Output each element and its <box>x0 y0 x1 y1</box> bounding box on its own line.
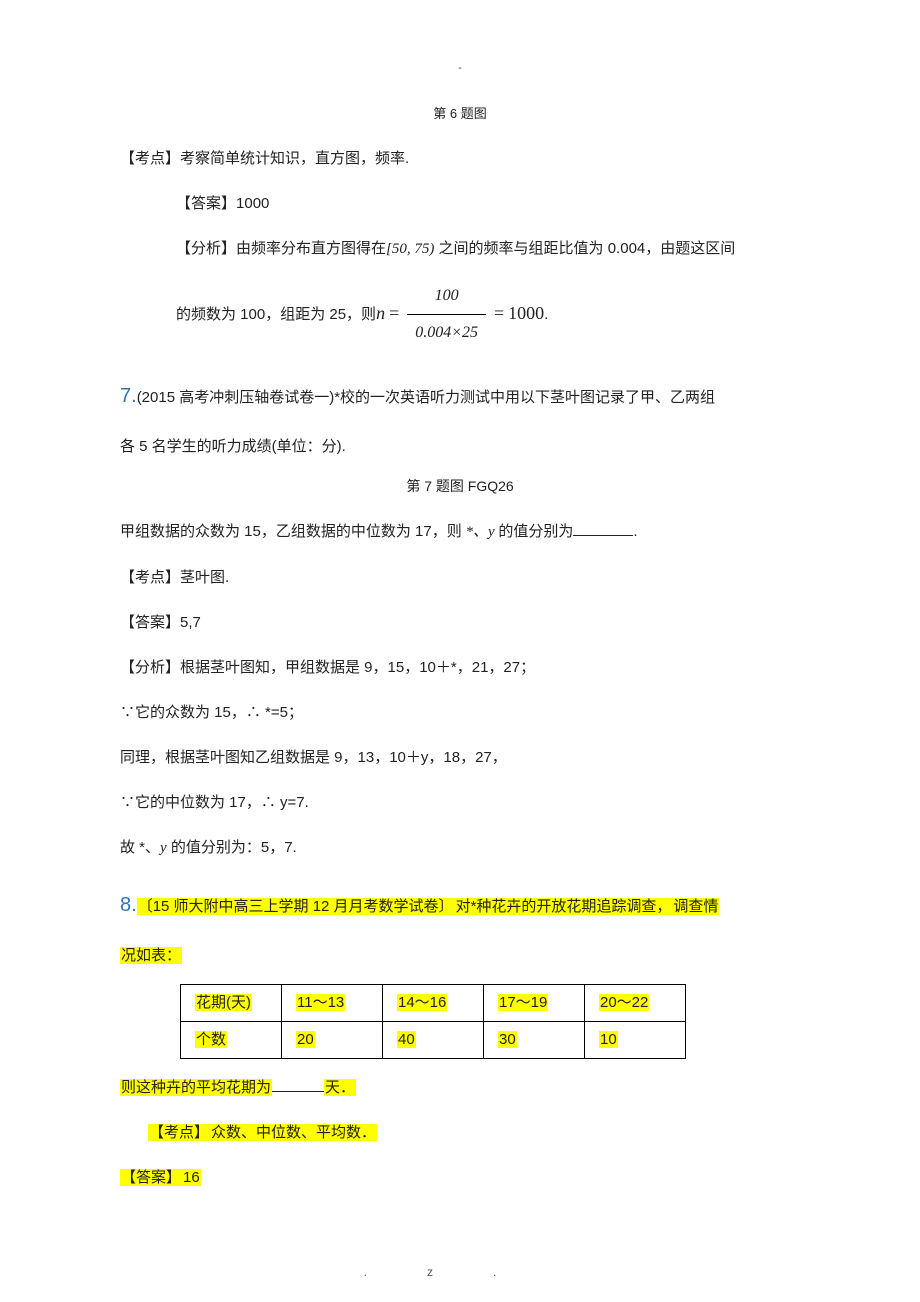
answer-label: 【答案】 <box>176 195 236 212</box>
q7-stem-line2: 各 5 名学生的听力成绩(单位：分). <box>120 430 800 463</box>
page-header-marker: - <box>120 60 800 78</box>
q7-analysis-l4: ∵它的中位数为 17，∴ y=7. <box>120 786 800 819</box>
formula-result: 1000 <box>508 294 544 334</box>
q7-stem-line3: 甲组数据的众数为 15，乙组数据的中位数为 17，则 *、y 的值分别为. <box>120 515 800 549</box>
q6-kaodian: 【考点】考察简单统计知识，直方图，频率. <box>120 142 800 175</box>
answer-label: 【答案】 <box>120 614 180 631</box>
fill-blank <box>272 1091 324 1092</box>
question-number: 7. <box>120 385 137 407</box>
q8-stem-line2: 况如表： <box>120 939 800 972</box>
fill-blank <box>573 535 633 536</box>
footer-left: . <box>364 1265 427 1279</box>
table-cell: 20 <box>296 1031 315 1048</box>
q7-l5-c: 的值分别为：5，7. <box>167 839 297 856</box>
answer-label: 【答案】 <box>120 1169 182 1186</box>
table-cell: 10 <box>599 1031 618 1048</box>
question-source: (2015 高考冲刺压轴卷试卷一) <box>137 389 335 406</box>
q7-l3-text: 同理，根据茎叶图知乙组数据是 9，13，10＋y，18，27， <box>120 749 507 766</box>
q7-analysis-l5: 故 *、y 的值分别为：5，7. <box>120 831 800 865</box>
kaodian-label: 【考点】 <box>120 150 180 167</box>
concl-a: 则这种卉的平均花期为 <box>120 1079 272 1096</box>
q7-analysis-l2: ∵它的众数为 15，∴ *=5； <box>120 696 800 729</box>
q7-l4-text: ∵它的中位数为 17，∴ y=7. <box>120 794 309 811</box>
q6-figure-caption: 第 6 题图 <box>120 104 800 125</box>
fraction: 100 0.004×25 <box>407 278 486 349</box>
answer-value: 1000 <box>236 195 269 212</box>
q7-l5-var: y <box>160 840 167 856</box>
q7-vars: *、y <box>462 524 499 540</box>
kaodian-content: 茎叶图. <box>180 569 229 586</box>
table-cell: 20～22 <box>599 994 649 1011</box>
analysis-text-a: 由频率分布直方图得在 <box>236 240 386 257</box>
q7-l5-a: 故 *、 <box>120 839 160 856</box>
q7-text-c2: 的值分别为 <box>498 523 573 540</box>
table-cell: 17～19 <box>498 994 548 1011</box>
table-row: 花期(天) 11～13 14～16 17～19 20～22 <box>181 985 686 1022</box>
analysis-text: 根据茎叶图知，甲组数据是 9，15，10＋*，21，27； <box>180 659 535 676</box>
document-page: - 第 6 题图 【考点】考察简单统计知识，直方图，频率. 【答案】1000 【… <box>0 0 920 1302</box>
answer-value: 5,7 <box>180 614 201 631</box>
table-cell: 个数 <box>195 1031 227 1048</box>
kaodian-label: 【考点】 <box>148 1124 210 1141</box>
footer-right: z. <box>427 1265 556 1279</box>
analysis-text-b: 之间的频率与组距比值为 0.004，由题这区间 <box>439 240 736 257</box>
q7-answer: 【答案】5,7 <box>120 606 800 639</box>
formula-var: n <box>376 294 385 334</box>
table-cell: 40 <box>397 1031 416 1048</box>
question-text-b: 调查情 <box>672 898 719 915</box>
page-footer: .z. <box>0 1263 920 1282</box>
q8-kaodian: 【考点】众数、中位数、平均数． <box>148 1116 800 1149</box>
q7-analysis-l1: 【分析】根据茎叶图知，甲组数据是 9，15，10＋*，21，27； <box>120 651 800 684</box>
q8-stem-line1: 8.〔15 师大附中高三上学期 12 月月考数学试卷〕对*种花卉的开放花期追踪调… <box>120 883 800 927</box>
analysis-label: 【分析】 <box>176 240 236 257</box>
concl-b: 天． <box>324 1079 356 1096</box>
q8-data-table: 花期(天) 11～13 14～16 17～19 20～22 个数 20 40 3… <box>180 984 686 1059</box>
q8-answer: 【答案】16 <box>120 1161 800 1194</box>
q8-conclusion: 则这种卉的平均花期为 天． <box>120 1071 800 1104</box>
q7-analysis-l3: 同理，根据茎叶图知乙组数据是 9，13，10＋y，18，27， <box>120 741 800 774</box>
kaodian-content: 考察简单统计知识，直方图，频率. <box>180 150 409 167</box>
table-cell: 14～16 <box>397 994 447 1011</box>
table-cell: 花期(天) <box>195 994 252 1011</box>
table-row: 个数 20 40 30 10 <box>181 1022 686 1059</box>
q6-analysis-line1: 【分析】由频率分布直方图得在[50, 75) 之间的频率与组距比值为 0.004… <box>176 232 800 266</box>
q7-figure-caption: 第 7 题图 FGQ26 <box>120 475 800 497</box>
q6-analysis-line2: 的频数为 100，组距为 25，则 n = 100 0.004×25 = 100… <box>176 278 800 349</box>
question-text-a: *校的一次英语听力测试中用以下茎叶图记录了甲、乙两组 <box>334 389 715 406</box>
question-text-c: 况如表： <box>120 947 182 964</box>
q7-stem-line1: 7.(2015 高考冲刺压轴卷试卷一)*校的一次英语听力测试中用以下茎叶图记录了… <box>120 374 800 418</box>
analysis-text-c: 的频数为 100，组距为 25，则 <box>176 298 376 331</box>
question-text-a: 对*种花卉的开放花期追踪调查， <box>455 898 673 915</box>
question-number: 8. <box>120 894 137 916</box>
table-cell: 30 <box>498 1031 517 1048</box>
kaodian-content: 众数、中位数、平均数． <box>210 1124 377 1141</box>
answer-value: 16 <box>182 1169 201 1186</box>
interval: [50, 75) <box>386 241 434 257</box>
kaodian-label: 【考点】 <box>120 569 180 586</box>
formula: n = 100 0.004×25 = 1000 <box>376 278 544 349</box>
analysis-label: 【分析】 <box>120 659 180 676</box>
q7-text-c1: 甲组数据的众数为 15，乙组数据的中位数为 17，则 <box>120 523 462 540</box>
table-cell: 11～13 <box>296 994 345 1011</box>
question-source: 〔15 师大附中高三上学期 12 月月考数学试卷〕 <box>137 898 455 915</box>
q6-answer: 【答案】1000 <box>176 187 800 220</box>
fraction-numerator: 100 <box>427 278 467 313</box>
q7-kaodian: 【考点】茎叶图. <box>120 561 800 594</box>
fraction-denominator: 0.004×25 <box>407 314 486 350</box>
